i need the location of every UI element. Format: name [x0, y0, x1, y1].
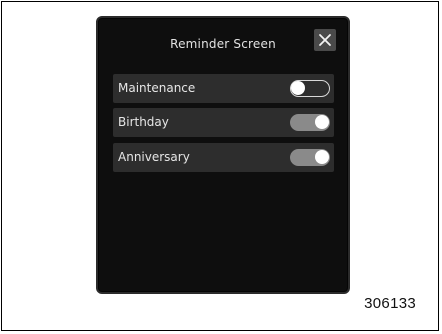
setting-label: Anniversary [118, 150, 190, 164]
close-icon [319, 34, 331, 46]
figure-number: 306133 [364, 295, 416, 312]
close-button[interactable] [314, 29, 336, 51]
screen-title: Reminder Screen [170, 37, 276, 51]
setting-label: Birthday [118, 115, 169, 129]
setting-row-anniversary[interactable]: Anniversary [113, 143, 334, 172]
anniversary-toggle[interactable] [290, 149, 330, 166]
setting-row-maintenance[interactable]: Maintenance [113, 74, 334, 103]
toggle-knob [291, 81, 305, 95]
setting-row-birthday[interactable]: Birthday [113, 108, 334, 137]
setting-label: Maintenance [118, 81, 196, 95]
toggle-knob [315, 115, 329, 129]
toggle-knob [315, 150, 329, 164]
birthday-toggle[interactable] [290, 114, 330, 131]
maintenance-toggle[interactable] [290, 80, 330, 97]
screen-header: Reminder Screen [98, 18, 348, 68]
reminder-screen-panel: Reminder Screen Maintenance Birthday Ann… [96, 16, 350, 294]
figure-frame: Reminder Screen Maintenance Birthday Ann… [1, 1, 439, 331]
